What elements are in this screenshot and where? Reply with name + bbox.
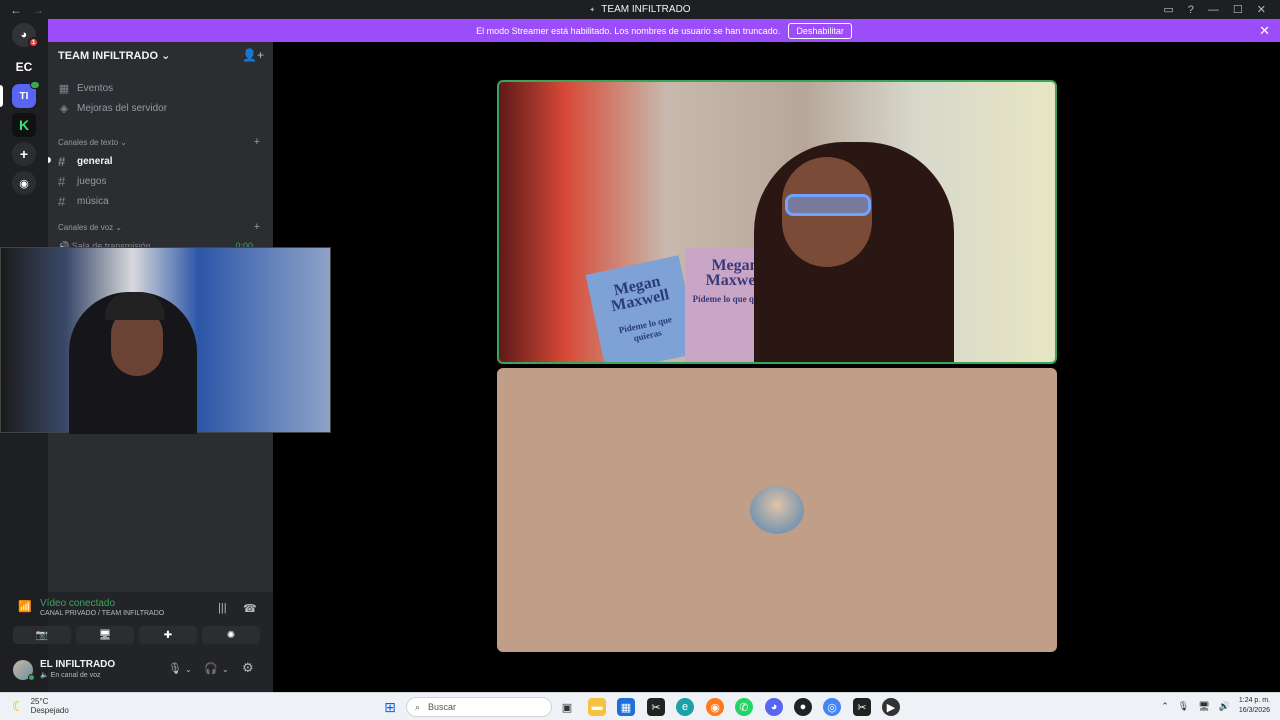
discord-icon[interactable]: ◕ xyxy=(765,698,783,716)
media-player-icon[interactable]: ▶ xyxy=(882,698,900,716)
whatsapp-icon[interactable]: ✆ xyxy=(735,698,753,716)
inbox-icon[interactable]: ▭ xyxy=(1163,3,1173,16)
window-titlebar: ← → ✦ TEAM INFILTRADO ▭ ? — ☐ ✕ xyxy=(0,0,1280,19)
close-icon[interactable]: ✕ xyxy=(1259,23,1270,39)
webcam-overlay xyxy=(0,247,331,434)
channel-musica[interactable]: # música xyxy=(58,194,109,209)
chrome-icon[interactable]: ◎ xyxy=(823,698,841,716)
volume-icon[interactable]: 🔊 xyxy=(1219,701,1230,712)
edge-icon[interactable]: e xyxy=(676,698,694,716)
video-tile-avatar[interactable] xyxy=(497,368,1057,652)
close-window-icon[interactable]: ✕ xyxy=(1257,3,1266,16)
noise-suppression-icon[interactable]: ||| xyxy=(218,602,227,614)
channel-juegos[interactable]: # juegos xyxy=(58,174,106,189)
hash-icon: # xyxy=(58,154,66,169)
server-icon: ✦ xyxy=(589,6,596,14)
server-team-infiltrado[interactable]: TI xyxy=(12,81,40,108)
sidebar-item-events[interactable]: ▦ Eventos xyxy=(58,82,113,95)
explore-icon[interactable]: ◉ xyxy=(12,171,36,195)
camera-off-button[interactable]: 📷 xyxy=(13,626,71,644)
disconnect-icon[interactable]: ☎ xyxy=(243,602,257,615)
screen-share-button[interactable]: 🖥 xyxy=(76,626,134,644)
windows-taskbar: ☾ 25°C Despejado ⊞ ⌕ Buscar ▣ ▬ ▦ ✂ e ◉ … xyxy=(0,692,1280,720)
soundboard-button[interactable]: ✺ xyxy=(202,626,260,644)
capcut-icon[interactable]: ✂ xyxy=(647,698,665,716)
obs-icon[interactable]: ● xyxy=(794,698,812,716)
clock[interactable]: 1:24 p. m. 16/3/2026 xyxy=(1239,696,1270,716)
help-icon[interactable]: ? xyxy=(1188,4,1194,16)
add-text-channel-icon[interactable]: + xyxy=(254,136,260,148)
mic-icon[interactable]: 🎙 xyxy=(168,662,182,675)
calendar-icon: ▦ xyxy=(58,83,70,95)
capcut2-icon[interactable]: ✂ xyxy=(853,698,871,716)
weather-widget[interactable]: ☾ 25°C Despejado xyxy=(12,697,69,715)
server-name[interactable]: TEAM INFILTRADO ⌄ xyxy=(58,49,170,62)
firefox-icon[interactable]: ◉ xyxy=(706,698,724,716)
task-view-icon[interactable]: ▣ xyxy=(558,698,576,716)
selected-indicator xyxy=(0,85,3,107)
notification-badge: 1 xyxy=(28,37,39,48)
online-status-icon xyxy=(28,674,35,681)
start-icon[interactable]: ⊞ xyxy=(381,698,399,716)
unread-indicator xyxy=(48,157,51,163)
hash-icon: # xyxy=(58,194,66,209)
add-voice-channel-icon[interactable]: + xyxy=(254,221,260,233)
book-cover-left: Megan Maxwell Pídeme lo que quieras xyxy=(585,255,700,362)
username[interactable]: EL INFILTRADO xyxy=(40,659,115,670)
streamer-mode-banner: El modo Streamer está habilitado. Los no… xyxy=(48,19,1280,42)
activities-button[interactable]: ✚ xyxy=(139,626,197,644)
forward-icon[interactable]: → xyxy=(32,3,44,17)
participant-glasses xyxy=(785,194,871,216)
banner-text: El modo Streamer está habilitado. Los no… xyxy=(476,25,781,36)
voice-channels-category[interactable]: Canales de voz ⌄ + xyxy=(58,221,263,233)
video-tile-active[interactable]: Megan Maxwell Pídeme lo que quieras Mega… xyxy=(497,80,1057,364)
minimize-icon[interactable]: — xyxy=(1208,4,1219,16)
user-status: 🔈 En canal de voz xyxy=(40,672,101,679)
channel-general[interactable]: # general xyxy=(58,154,113,169)
moon-icon: ☾ xyxy=(12,697,25,714)
invite-icon[interactable]: 👤+ xyxy=(242,48,264,62)
live-badge xyxy=(30,81,40,89)
boost-icon: ◈ xyxy=(59,103,69,115)
back-icon[interactable]: ← xyxy=(10,3,22,17)
disable-button[interactable]: Deshabilitar xyxy=(788,22,852,39)
system-tray: ⌃ 🎙 🖥 🔊 1:24 p. m. 16/3/2026 xyxy=(1161,696,1270,716)
network-icon[interactable]: 🖥 xyxy=(1198,701,1209,712)
voice-status[interactable]: Vídeo conectado xyxy=(40,598,115,609)
chevron-down-icon[interactable]: ⌄ xyxy=(185,665,192,674)
gear-icon[interactable]: ⚙ xyxy=(242,660,254,676)
voice-channel-path[interactable]: CANAL PRIVADO / TEAM INFILTRADO xyxy=(40,610,164,617)
file-explorer-icon[interactable]: ▬ xyxy=(588,698,606,716)
window-title: ✦ TEAM INFILTRADO xyxy=(589,4,691,15)
discord-home-icon[interactable]: ◕ 1 xyxy=(12,23,39,48)
mic-tray-icon[interactable]: 🎙 xyxy=(1178,701,1189,712)
store-icon[interactable]: ▦ xyxy=(617,698,635,716)
server-k[interactable]: K xyxy=(12,113,36,137)
search-icon: ⌕ xyxy=(415,701,421,712)
add-server-icon[interactable]: + xyxy=(12,142,36,166)
maximize-icon[interactable]: ☐ xyxy=(1233,3,1243,16)
server-ec[interactable]: EC xyxy=(12,55,36,79)
hash-icon: # xyxy=(58,174,66,189)
text-channels-category[interactable]: Canales de texto ⌄ + xyxy=(58,136,263,148)
signal-icon: 📶 xyxy=(18,601,32,613)
chevron-up-icon[interactable]: ⌃ xyxy=(1161,701,1169,712)
search-box[interactable]: ⌕ Buscar xyxy=(406,697,552,717)
sidebar-item-boosts[interactable]: ◈ Mejoras del servidor xyxy=(58,102,167,115)
headphones-icon[interactable]: 🎧 xyxy=(204,662,218,675)
participant-avatar xyxy=(750,486,804,534)
chevron-down-icon[interactable]: ⌄ xyxy=(222,665,229,674)
